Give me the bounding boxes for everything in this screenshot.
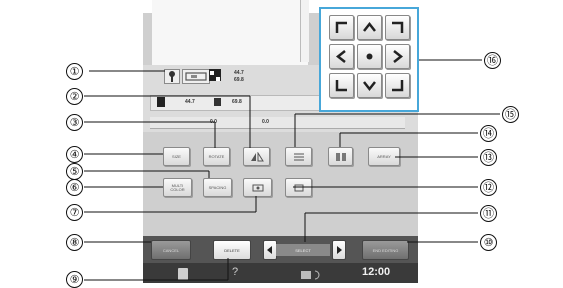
callout-12: ⑫ <box>480 179 497 196</box>
callout-4: ④ <box>66 146 83 163</box>
callout-lines <box>84 59 500 281</box>
callout-16: ⑯ <box>484 52 501 69</box>
callout-11: ⑪ <box>480 205 497 222</box>
callout-7: ⑦ <box>66 204 83 221</box>
callout-15: ⑮ <box>502 106 519 123</box>
callout-5: ⑤ <box>66 163 83 180</box>
callout-2: ② <box>66 88 83 105</box>
callout-1: ① <box>66 63 83 80</box>
callout-13: ⑬ <box>480 149 497 166</box>
callout-6: ⑥ <box>66 179 83 196</box>
callout-3: ③ <box>66 114 83 131</box>
callout-14: ⑭ <box>480 125 497 142</box>
callout-8: ⑧ <box>66 234 83 251</box>
callout-9: ⑨ <box>66 271 83 288</box>
callout-10: ⑩ <box>480 234 497 251</box>
